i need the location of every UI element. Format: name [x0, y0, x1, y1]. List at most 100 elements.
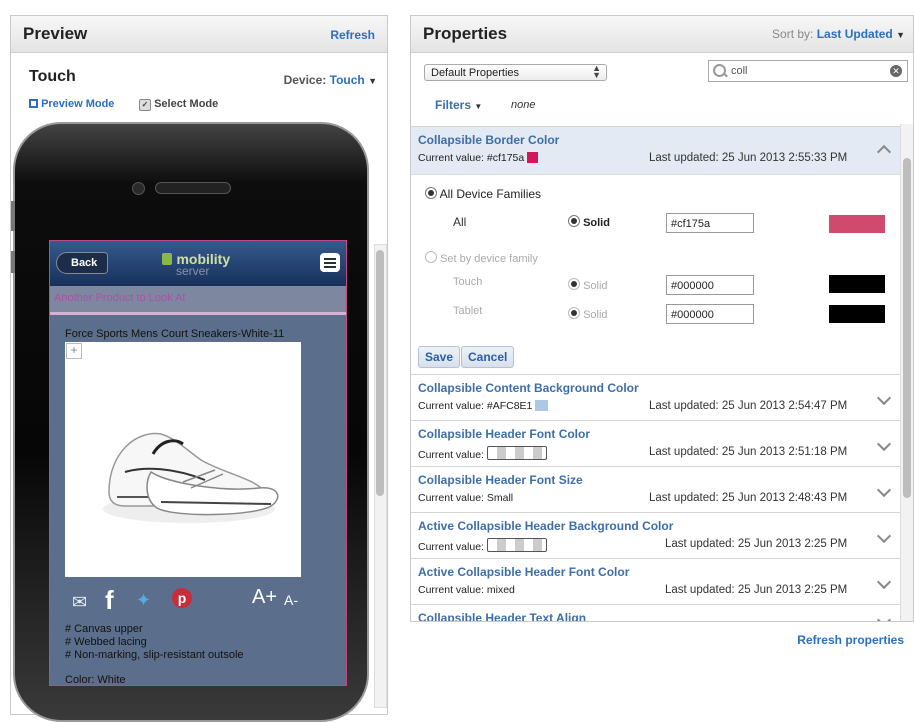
twitter-icon[interactable]: ✦: [136, 590, 151, 611]
properties-scrollbar-track[interactable]: [900, 124, 913, 621]
solid-option-tablet[interactable]: Solid: [568, 307, 608, 321]
sort-control[interactable]: Sort by: Last Updated ▼: [772, 27, 905, 41]
solid-option-all[interactable]: Solid: [568, 215, 610, 229]
radio-icon: [425, 187, 437, 199]
chevron-down-icon[interactable]: [876, 612, 892, 621]
subheader-text: Another Product to Look At: [54, 292, 186, 304]
preview-mode-label: Preview Mode: [41, 98, 115, 110]
property-item[interactable]: Collapsible Header Text Align: [411, 604, 901, 621]
properties-panel: Properties Sort by: Last Updated ▼ Defau…: [410, 15, 914, 622]
touch-label: Touch: [453, 276, 483, 288]
solid-option-touch[interactable]: Solid: [568, 278, 608, 292]
property-name: Active Collapsible Header Background Col…: [418, 519, 674, 533]
touch-color-swatch[interactable]: [829, 275, 885, 293]
product-image[interactable]: +: [65, 342, 301, 577]
device-selector[interactable]: Device: Touch ▼: [284, 73, 377, 87]
property-item[interactable]: Collapsible Header Font Size Current val…: [411, 466, 901, 513]
all-device-families-option[interactable]: All Device Families: [425, 187, 541, 201]
all-label: All: [453, 215, 467, 229]
mobility-logo: mobility server: [162, 251, 230, 278]
app-header-bar: Back mobility server: [50, 241, 346, 286]
product-features: # Canvas upper # Webbed lacing # Non-mar…: [65, 623, 244, 685]
preview-scrollbar-thumb[interactable]: [376, 250, 384, 496]
preview-mode-toggle[interactable]: Preview Mode: [29, 98, 114, 110]
current-value-text: Current value:: [418, 541, 484, 553]
property-name: Active Collapsible Header Font Color: [418, 565, 630, 579]
set-by-family-option[interactable]: Set by device family: [425, 251, 538, 265]
property-name: Collapsible Content Background Color: [418, 381, 639, 395]
preview-header: Preview Refresh: [11, 16, 387, 53]
tablet-label: Tablet: [453, 305, 483, 317]
tablet-color-swatch[interactable]: [829, 305, 885, 323]
refresh-link[interactable]: Refresh: [330, 28, 375, 42]
device-label: Device:: [283, 73, 327, 87]
property-current-value: Current value: #AFC8E1: [418, 400, 549, 412]
mixed-value-swatch: [486, 446, 547, 460]
property-item[interactable]: Active Collapsible Header Font Color Cur…: [411, 558, 901, 605]
select-mode-label: Select Mode: [154, 98, 219, 110]
email-icon[interactable]: ✉: [72, 592, 87, 613]
property-last-updated: Last updated: 25 Jun 2013 2:51:18 PM: [649, 446, 848, 458]
caret-down-icon: ▼: [896, 30, 905, 40]
property-name: Collapsible Header Text Align: [418, 611, 587, 621]
clear-search-icon[interactable]: ✕: [890, 65, 902, 77]
properties-set-dropdown[interactable]: Default Properties ▲ ▼: [424, 64, 607, 81]
current-value-text: Current value:: [418, 449, 484, 461]
magnifier-icon: [29, 99, 38, 108]
current-value-text: Current value: #AFC8E1: [418, 400, 533, 412]
all-color-swatch[interactable]: [829, 215, 885, 233]
solid-label: Solid: [583, 280, 608, 292]
feature-line: # Non-marking, slip-resistant outsole: [65, 649, 244, 661]
pinterest-icon[interactable]: p: [172, 588, 192, 608]
property-item[interactable]: Collapsible Header Font Color Current va…: [411, 420, 901, 467]
select-arrows-icon: ▲ ▼: [592, 63, 601, 80]
product-title: Force Sports Mens Court Sneakers-White-1…: [65, 328, 285, 340]
device-value: Touch: [329, 73, 365, 87]
preview-scrollbar-track[interactable]: [374, 244, 387, 708]
feature-line: # Canvas upper: [65, 623, 143, 635]
sort-value: Last Updated: [816, 27, 893, 41]
facebook-icon[interactable]: f: [105, 585, 114, 616]
feature-line: # Webbed lacing: [65, 636, 147, 648]
property-current-value: Current value: Small: [418, 492, 514, 504]
property-name: Collapsible Header Font Color: [418, 427, 591, 441]
mixed-value-swatch: [486, 538, 547, 552]
chevron-down-icon[interactable]: [876, 436, 892, 452]
font-decrease-button[interactable]: A-: [284, 592, 298, 608]
property-last-updated: Last updated: 25 Jun 2013 2:25 PM: [665, 538, 848, 550]
touch-hex-input[interactable]: #000000: [666, 275, 754, 295]
phone-volume-button: [11, 251, 15, 273]
color-swatch: [527, 152, 539, 163]
property-item-collapsible-border-color[interactable]: Collapsible Border Color Current value: …: [411, 126, 901, 175]
solid-label: Solid: [583, 309, 608, 321]
cancel-button[interactable]: Cancel: [461, 346, 515, 368]
property-item[interactable]: Collapsible Content Background Color Cur…: [411, 374, 901, 421]
save-button[interactable]: Save: [418, 346, 461, 368]
menu-icon[interactable]: [320, 253, 340, 272]
select-mode-toggle[interactable]: ✓ Select Mode: [139, 98, 218, 111]
refresh-properties-link[interactable]: Refresh properties: [797, 633, 904, 647]
chevron-down-icon[interactable]: [876, 482, 892, 498]
tablet-hex-input[interactable]: #000000: [666, 304, 754, 324]
search-icon-handle: [723, 72, 728, 78]
chevron-down-icon[interactable]: [876, 528, 892, 544]
back-button[interactable]: Back: [56, 252, 109, 274]
property-name: Collapsible Border Color: [418, 133, 560, 147]
color-swatch: [535, 400, 549, 411]
chevron-down-icon[interactable]: [876, 390, 892, 406]
font-increase-button[interactable]: A+: [252, 586, 277, 609]
property-current-value: Current value:: [418, 538, 547, 553]
property-current-value: Current value: #cf175a: [418, 152, 539, 164]
filters-control[interactable]: Filters ▼: [435, 98, 482, 112]
chevron-down-icon[interactable]: [876, 574, 892, 590]
properties-scrollbar-thumb[interactable]: [903, 158, 911, 498]
device-name: Touch: [29, 68, 76, 85]
search-input[interactable]: coll: [731, 65, 748, 77]
chevron-up-icon[interactable]: [876, 144, 892, 160]
dropdown-value: Default Properties: [431, 67, 520, 79]
property-item[interactable]: Active Collapsible Header Background Col…: [411, 512, 901, 559]
properties-header: Properties Sort by: Last Updated ▼: [411, 16, 913, 53]
filters-label: Filters: [435, 98, 472, 112]
property-search[interactable]: coll ✕: [708, 60, 908, 82]
all-hex-input[interactable]: #cf175a: [666, 213, 754, 233]
